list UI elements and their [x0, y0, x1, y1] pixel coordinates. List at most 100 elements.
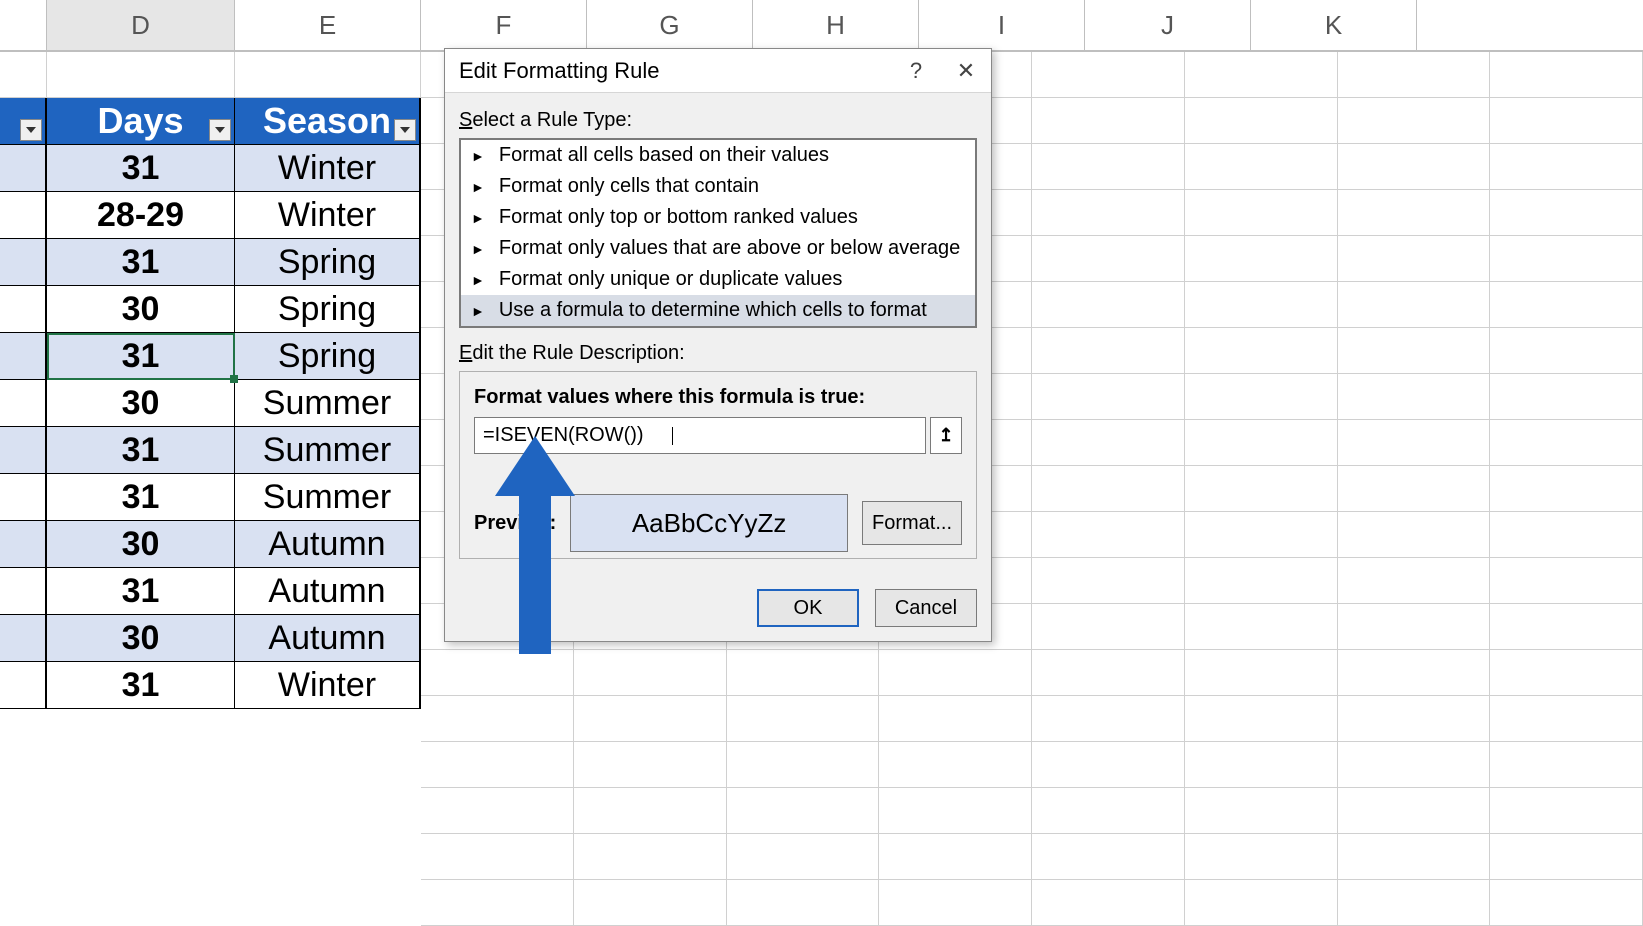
empty-cell[interactable] [1185, 512, 1338, 558]
cell-season[interactable]: Autumn [235, 615, 421, 662]
empty-cell[interactable] [1185, 696, 1338, 742]
col-header-H[interactable]: H [753, 0, 919, 50]
empty-cell[interactable] [1185, 558, 1338, 604]
empty-cell[interactable] [1185, 144, 1338, 190]
empty-cell[interactable] [1338, 98, 1491, 144]
col-header-E[interactable]: E [235, 0, 421, 50]
empty-cell[interactable] [1032, 466, 1185, 512]
empty-cell[interactable] [1032, 98, 1185, 144]
cell-season[interactable]: Winter [235, 662, 421, 709]
table-header-days[interactable]: Days [47, 98, 235, 145]
empty-cell[interactable] [421, 696, 574, 742]
empty-cell[interactable] [1185, 236, 1338, 282]
empty-cell[interactable] [1338, 282, 1491, 328]
row-lead-cell[interactable] [0, 333, 47, 380]
row-lead-cell[interactable] [0, 239, 47, 286]
empty-cell[interactable] [879, 650, 1032, 696]
empty-cell[interactable] [1490, 236, 1643, 282]
empty-cell[interactable] [574, 880, 727, 926]
formula-input[interactable]: =ISEVEN(ROW()) [474, 417, 926, 454]
cancel-button[interactable]: Cancel [875, 589, 977, 627]
empty-cell[interactable] [421, 742, 574, 788]
cell-days[interactable]: 31 [47, 145, 235, 192]
row-lead-cell[interactable] [0, 662, 47, 709]
empty-cell[interactable] [1490, 190, 1643, 236]
empty-cell[interactable] [1185, 650, 1338, 696]
empty-cell[interactable] [1490, 880, 1643, 926]
empty-cell[interactable] [1185, 52, 1338, 98]
cell-season[interactable]: Summer [235, 427, 421, 474]
empty-cell[interactable] [1490, 282, 1643, 328]
empty-cell[interactable] [1490, 144, 1643, 190]
col-header-D[interactable]: D [47, 0, 235, 50]
empty-cell[interactable] [574, 696, 727, 742]
empty-cell[interactable] [574, 650, 727, 696]
rule-type-item[interactable]: Format only cells that contain [461, 171, 975, 202]
empty-cell[interactable] [727, 788, 880, 834]
cell-season[interactable]: Spring [235, 239, 421, 286]
cell-season[interactable]: Summer [235, 474, 421, 521]
empty-cell[interactable] [1338, 420, 1491, 466]
table-header-season[interactable]: Season [235, 98, 421, 145]
empty-cell[interactable] [1032, 788, 1185, 834]
rule-type-item[interactable]: Use a formula to determine which cells t… [461, 295, 975, 326]
empty-cell[interactable] [1338, 696, 1491, 742]
empty-cell[interactable] [574, 788, 727, 834]
empty-cell[interactable] [1490, 742, 1643, 788]
empty-cell[interactable] [1490, 558, 1643, 604]
empty-cell[interactable] [1032, 604, 1185, 650]
cell-season[interactable]: Spring [235, 333, 421, 380]
rule-type-item[interactable]: Format all cells based on their values [461, 140, 975, 171]
filter-button-icon[interactable] [209, 119, 231, 141]
empty-cell[interactable] [1032, 374, 1185, 420]
col-header-I[interactable]: I [919, 0, 1085, 50]
empty-cell[interactable] [1032, 696, 1185, 742]
empty-cell[interactable] [1338, 374, 1491, 420]
empty-cell[interactable] [1185, 190, 1338, 236]
empty-cell[interactable] [1185, 282, 1338, 328]
cell-days[interactable]: 30 [47, 615, 235, 662]
empty-cell[interactable] [1490, 374, 1643, 420]
empty-cell[interactable] [1185, 788, 1338, 834]
empty-cell[interactable] [1185, 328, 1338, 374]
empty-cell[interactable] [1338, 558, 1491, 604]
empty-cell[interactable] [1185, 466, 1338, 512]
empty-cell[interactable] [421, 788, 574, 834]
empty-cell[interactable] [879, 696, 1032, 742]
empty-cell[interactable] [1032, 650, 1185, 696]
row-lead-cell[interactable] [0, 192, 47, 239]
empty-cell[interactable] [1032, 834, 1185, 880]
rule-type-item[interactable]: Format only unique or duplicate values [461, 264, 975, 295]
format-button[interactable]: Format... [862, 501, 962, 545]
row-lead-cell[interactable] [0, 145, 47, 192]
row-lead-cell[interactable] [0, 380, 47, 427]
row-lead-cell[interactable] [0, 427, 47, 474]
empty-cell[interactable] [1490, 788, 1643, 834]
empty-cell[interactable] [1338, 52, 1491, 98]
empty-cell[interactable] [1185, 880, 1338, 926]
empty-cell[interactable] [1032, 880, 1185, 926]
row-lead-cell[interactable] [0, 615, 47, 662]
empty-cell[interactable] [879, 742, 1032, 788]
empty-cell[interactable] [1490, 328, 1643, 374]
empty-cell[interactable] [1338, 834, 1491, 880]
empty-cell[interactable] [1490, 650, 1643, 696]
close-button[interactable]: ✕ [941, 49, 991, 93]
empty-cell[interactable] [879, 788, 1032, 834]
empty-cell[interactable] [421, 880, 574, 926]
empty-cell[interactable] [1490, 98, 1643, 144]
row-lead-cell[interactable] [0, 521, 47, 568]
row-lead-cell[interactable] [0, 474, 47, 521]
empty-cell[interactable] [1338, 650, 1491, 696]
cell-season[interactable]: Spring [235, 286, 421, 333]
cell-season[interactable]: Autumn [235, 521, 421, 568]
empty-cell[interactable] [1032, 420, 1185, 466]
cell-days[interactable]: 31 [47, 568, 235, 615]
help-button[interactable]: ? [891, 49, 941, 93]
cell-days[interactable]: 28-29 [47, 192, 235, 239]
cell-days[interactable]: 30 [47, 380, 235, 427]
col-header-J[interactable]: J [1085, 0, 1251, 50]
empty-cell[interactable] [1490, 834, 1643, 880]
empty-cell[interactable] [1032, 742, 1185, 788]
cell-season[interactable]: Summer [235, 380, 421, 427]
